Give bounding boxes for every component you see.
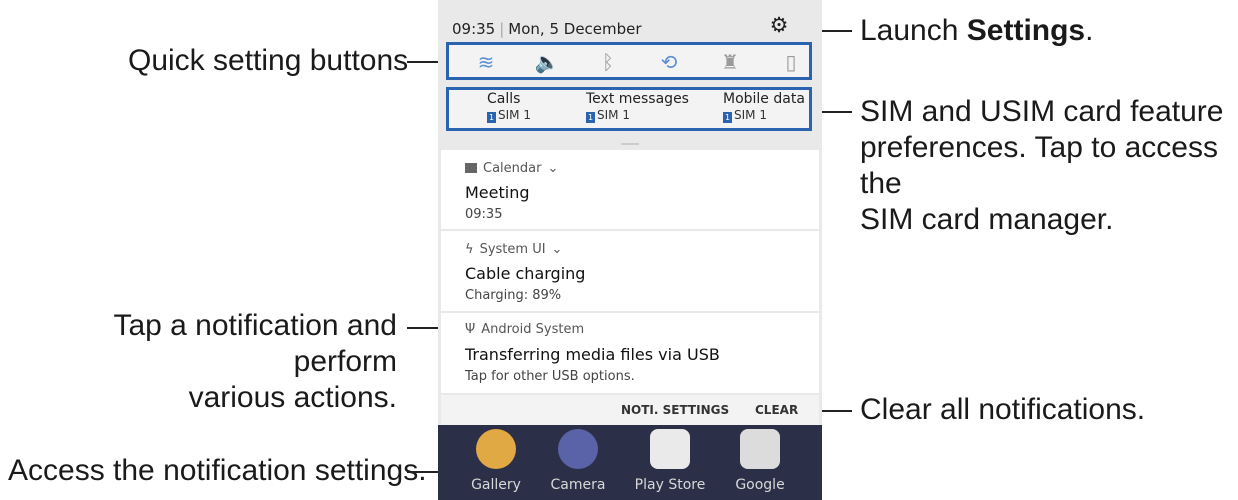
callout-tap-line: various actions. <box>188 381 397 414</box>
app-label: Play Store <box>634 477 706 493</box>
notification-app: Ψ Android System <box>465 322 584 337</box>
notification-app-name: Android System <box>481 322 585 337</box>
sim-pref-value: SIM 1 <box>498 108 531 122</box>
camera-icon[interactable] <box>558 429 598 469</box>
time: 09:35 <box>452 20 496 38</box>
notification-app: Calendar ⌄ <box>465 161 558 176</box>
sim-pref-label: Text messages <box>586 91 689 107</box>
wifi-icon[interactable]: ≋ <box>471 49 501 75</box>
callout-tap-line: Tap a notification and perform <box>113 309 397 378</box>
calendar-icon <box>465 163 477 173</box>
callout-settings: Launch Settings. <box>860 13 1093 49</box>
callout-sim-line: SIM and USIM card feature <box>860 95 1224 128</box>
notification-card[interactable]: ϟ System UI ⌄ Cable charging Charging: 89% <box>441 231 819 311</box>
divider: | <box>499 20 505 38</box>
play-store-icon[interactable] <box>650 429 690 469</box>
notification-title: Transferring media files via USB <box>465 345 720 364</box>
callout-sim-line: SIM card manager. <box>860 203 1114 236</box>
home-screen: Gallery Camera Play Store Google <box>438 425 822 500</box>
callout-tap: Tap a notification and perform various a… <box>33 308 397 416</box>
callout-clear: Clear all notifications. <box>860 393 1146 426</box>
lightning-icon: ϟ <box>465 242 474 257</box>
status-bar: 09:35 | Mon, 5 December <box>452 20 642 38</box>
clear-button[interactable]: CLEAR <box>755 403 798 417</box>
notification-panel: 09:35 | Mon, 5 December ⚙ ≋ 🔈 ᛒ ⟲ ♜ ▯ Call… <box>438 0 822 500</box>
noti-settings-button[interactable]: NOTI. SETTINGS <box>621 403 729 417</box>
callout-settings-text: Launch <box>860 14 967 47</box>
notification-app-name: Calendar <box>483 161 542 176</box>
notification-text: 09:35 <box>465 207 503 222</box>
callout-sim: SIM and USIM card feature preferences. T… <box>860 94 1238 238</box>
bluetooth-icon[interactable]: ᛒ <box>593 49 623 75</box>
app-label: Camera <box>550 477 606 493</box>
sim-pref-label: Calls <box>487 91 521 107</box>
power-saving-icon[interactable]: ▯ <box>776 49 806 75</box>
app-label: Google <box>735 477 785 493</box>
google-folder-icon[interactable] <box>740 429 780 469</box>
flashlight-icon[interactable]: ♜ <box>715 49 745 75</box>
auto-rotate-icon[interactable]: ⟲ <box>654 49 684 75</box>
sim-pref-value: SIM 1 <box>597 108 630 122</box>
notification-card[interactable]: Ψ Android System Transferring media files… <box>441 313 819 393</box>
notification-title: Meeting <box>465 183 530 202</box>
callout-quick-settings: Quick setting buttons <box>128 44 409 77</box>
callout-noti-settings: Access the notification settings. <box>8 454 427 487</box>
callout-sim-line: preferences. Tap to access the <box>860 131 1218 200</box>
sim-icon: 1 <box>487 112 496 123</box>
sim-icon: 1 <box>723 112 732 123</box>
callout-settings-period: . <box>1085 14 1094 47</box>
sim-pref-calls[interactable]: Calls 1 SIM 1 <box>487 91 531 123</box>
gallery-icon[interactable] <box>476 429 516 469</box>
drag-handle[interactable] <box>621 143 639 145</box>
sim-preferences: Calls 1 SIM 1 Text messages 1 SIM 1 Mobile… <box>446 87 812 131</box>
quick-settings-bar: ≋ 🔈 ᛒ ⟲ ♜ ▯ <box>446 42 812 80</box>
notification-actions: NOTI. SETTINGS CLEAR <box>441 395 819 425</box>
chevron-down-icon: ⌄ <box>547 161 559 176</box>
usb-icon: Ψ <box>465 322 476 337</box>
notification-app-name: System UI <box>479 242 546 257</box>
sim-icon: 1 <box>586 112 595 123</box>
callout-settings-bold: Settings <box>966 14 1086 47</box>
sim-pref-value: SIM 1 <box>734 108 767 122</box>
gear-icon[interactable]: ⚙ <box>768 14 790 36</box>
sim-pref-mobile-data[interactable]: Mobile data 1 SIM 1 <box>723 91 805 123</box>
date: Mon, 5 December <box>508 20 642 38</box>
notification-text: Tap for other USB options. <box>465 369 635 384</box>
sound-icon[interactable]: 🔈 <box>532 49 562 75</box>
sim-pref-label: Mobile data <box>723 91 805 107</box>
app-label: Gallery <box>471 477 521 493</box>
notification-app: ϟ System UI ⌄ <box>465 242 562 257</box>
chevron-down-icon: ⌄ <box>551 242 563 257</box>
notification-card[interactable]: Calendar ⌄ Meeting 09:35 <box>441 150 819 229</box>
notification-text: Charging: 89% <box>465 288 562 303</box>
sim-pref-text-messages[interactable]: Text messages 1 SIM 1 <box>586 91 689 123</box>
notification-title: Cable charging <box>465 264 586 283</box>
